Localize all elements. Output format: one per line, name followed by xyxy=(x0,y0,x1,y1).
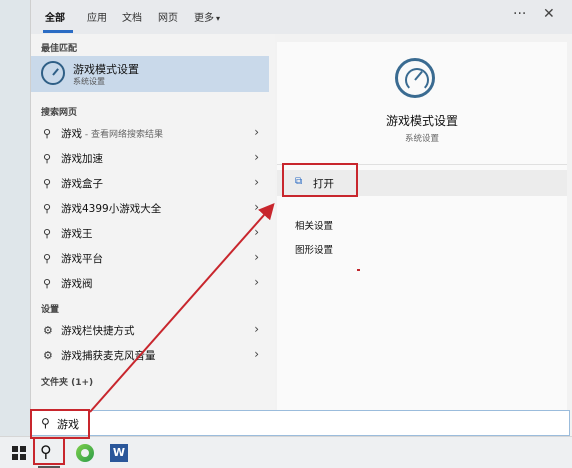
web-result[interactable]: ⚲ 游戏4399小游戏大全 › xyxy=(31,196,269,220)
search-input[interactable] xyxy=(57,415,537,432)
settings-result[interactable]: ⚙ 游戏捕获麦克风音量 › xyxy=(31,343,269,367)
section-folders: 文件夹 (1+) xyxy=(41,378,94,388)
web-result[interactable]: ⚲ 游戏阀 › xyxy=(31,271,269,295)
divider xyxy=(277,164,567,165)
tab-documents[interactable]: 文档 xyxy=(122,9,142,24)
game-mode-icon xyxy=(395,58,435,98)
search-icon: ⚲ xyxy=(43,152,52,165)
search-icon: ⚲ xyxy=(43,127,52,140)
detail-subtitle: 系统设置 xyxy=(404,134,439,144)
game-mode-icon xyxy=(41,61,65,85)
open-button[interactable]: ⧉ 打开 xyxy=(277,170,567,196)
web-result-label: 游戏平台 xyxy=(61,253,103,265)
best-match-subtitle: 系统设置 xyxy=(73,77,105,86)
search-icon: ⚲ xyxy=(43,202,52,215)
chevron-right-icon: › xyxy=(254,175,259,189)
web-result-label: 游戏王 xyxy=(61,228,93,240)
windows-start-icon[interactable] xyxy=(12,446,26,460)
section-settings: 设置 xyxy=(41,305,60,315)
web-result-label: 游戏盒子 xyxy=(61,178,103,190)
search-icon: ⚲ xyxy=(43,277,52,290)
red-dot xyxy=(357,269,360,271)
close-icon[interactable]: ✕ xyxy=(543,6,555,22)
chevron-right-icon: › xyxy=(254,200,259,214)
search-icon[interactable]: ⚲ xyxy=(40,442,52,461)
web-result[interactable]: ⚲ 游戏 - 查看网络搜索结果 › xyxy=(31,121,269,145)
chevron-right-icon: › xyxy=(254,322,259,336)
related-settings-heading: 相关设置 xyxy=(295,221,334,232)
settings-result[interactable]: ⚙ 游戏栏快捷方式 › xyxy=(31,318,269,342)
chevron-right-icon: › xyxy=(254,347,259,361)
search-icon: ⚲ xyxy=(43,227,52,240)
chevron-down-icon: ▾ xyxy=(216,14,221,23)
web-result-label: 游戏加速 xyxy=(61,153,103,165)
web-result[interactable]: ⚲ 游戏盒子 › xyxy=(31,171,269,195)
search-icon: ⚲ xyxy=(43,252,52,265)
settings-result-label: 游戏捕获麦克风音量 xyxy=(61,350,156,362)
search-tabbar: 全部 应用 文档 网页 更多 ▾ ··· ✕ xyxy=(31,0,572,34)
tab-all[interactable]: 全部 xyxy=(45,9,65,24)
browser-icon[interactable] xyxy=(76,444,94,462)
open-label: 打开 xyxy=(313,178,334,190)
section-web-search: 搜索网页 xyxy=(41,108,78,118)
web-result-label: 游戏 xyxy=(61,128,82,140)
web-result-label: 游戏4399小游戏大全 xyxy=(61,203,162,215)
gear-icon: ⚙ xyxy=(43,324,53,337)
more-options-icon[interactable]: ··· xyxy=(513,6,526,22)
chevron-right-icon: › xyxy=(254,250,259,264)
search-icon: ⚲ xyxy=(43,177,52,190)
tab-web[interactable]: 网页 xyxy=(158,9,178,24)
results-list: 最佳匹配 游戏模式设置 系统设置 搜索网页 ⚲ 游戏 - 查看网络搜索结果 › … xyxy=(31,34,275,436)
active-tab-indicator xyxy=(43,30,73,33)
word-icon[interactable]: W xyxy=(110,444,128,462)
tab-apps[interactable]: 应用 xyxy=(87,9,107,24)
search-bar: ⚲ xyxy=(30,410,570,436)
web-result[interactable]: ⚲ 游戏加速 › xyxy=(31,146,269,170)
web-result[interactable]: ⚲ 游戏王 › xyxy=(31,221,269,245)
web-result-label: 游戏阀 xyxy=(61,278,93,290)
chevron-right-icon: › xyxy=(254,275,259,289)
open-icon: ⧉ xyxy=(295,176,303,187)
graphics-settings-link[interactable]: 图形设置 xyxy=(295,242,333,256)
best-match-title: 游戏模式设置 xyxy=(73,63,139,76)
start-search-panel: 全部 应用 文档 网页 更多 ▾ ··· ✕ 最佳匹配 游戏模式设置 系统设置 搜… xyxy=(30,0,572,436)
chevron-right-icon: › xyxy=(254,125,259,139)
section-best-match: 最佳匹配 xyxy=(41,44,78,54)
detail-title: 游戏模式设置 xyxy=(385,114,458,128)
web-result-suffix: - 查看网络搜索结果 xyxy=(82,130,163,140)
taskbar: ⚲ W xyxy=(0,436,572,468)
gear-icon: ⚙ xyxy=(43,349,53,362)
tab-more[interactable]: 更多 ▾ xyxy=(194,9,220,24)
web-result[interactable]: ⚲ 游戏平台 › xyxy=(31,246,269,270)
tab-more-label: 更多 xyxy=(194,13,214,24)
chevron-right-icon: › xyxy=(254,150,259,164)
best-match-result[interactable]: 游戏模式设置 系统设置 xyxy=(31,56,269,92)
chevron-right-icon: › xyxy=(254,225,259,239)
settings-result-label: 游戏栏快捷方式 xyxy=(61,325,135,337)
search-icon: ⚲ xyxy=(41,416,50,430)
detail-pane: 游戏模式设置 系统设置 ⧉ 打开 相关设置 图形设置 xyxy=(277,42,567,410)
